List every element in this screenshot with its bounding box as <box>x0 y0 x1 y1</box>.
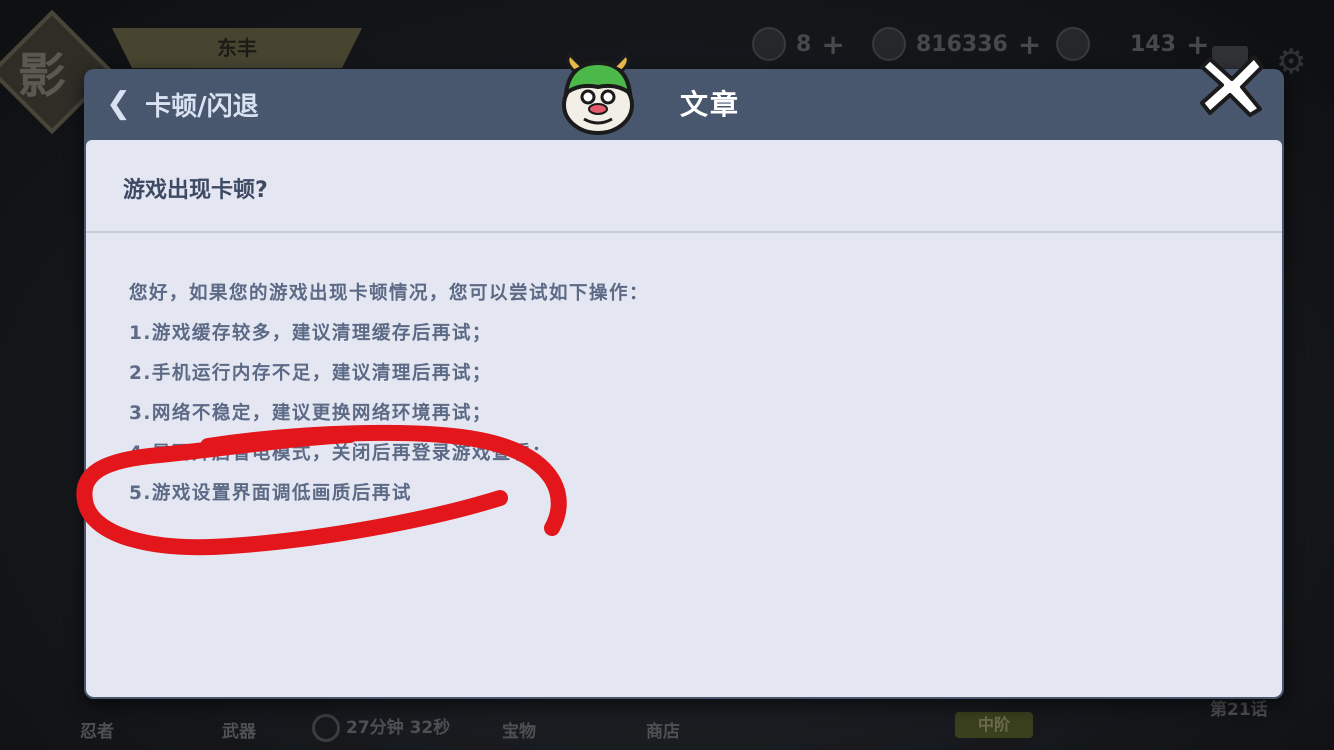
chevron-left-icon: ❮ <box>106 86 132 121</box>
back-button[interactable]: ❮ 卡顿/闪退 <box>106 86 259 122</box>
dialog-title: 文章 <box>680 88 741 121</box>
article-body: 您好，如果您的游戏出现卡顿情况，您可以尝试如下操作： 1.游戏缓存较多，建议清理… <box>129 274 649 514</box>
dialog-header: ❮ 卡顿/闪退 文章 <box>84 53 1284 139</box>
answer-line: 您好，如果您的游戏出现卡顿情况，您可以尝试如下操作： <box>129 283 650 304</box>
answer-line: 3.网络不稳定，建议更换网络环境再试； <box>129 403 492 424</box>
answer-line: 1.游戏缓存较多，建议清理缓存后再试； <box>129 323 492 344</box>
close-icon[interactable] <box>1196 49 1268 121</box>
mascot-icon <box>562 53 634 135</box>
divider <box>86 231 1282 233</box>
article-dialog: ❮ 卡顿/闪退 文章 游戏出现卡顿? 您好，如果您的游戏出现卡顿情况，您可以尝试… <box>84 53 1284 699</box>
answer-line: 5.游戏设置界面调低画质后再试 <box>129 483 412 504</box>
answer-line: 2.手机运行内存不足，建议清理后再试； <box>129 363 492 384</box>
article-question: 游戏出现卡顿? <box>123 178 268 203</box>
article-content: 游戏出现卡顿? 您好，如果您的游戏出现卡顿情况，您可以尝试如下操作： 1.游戏缓… <box>86 140 1282 697</box>
answer-line: 4.是否开启省电模式，关闭后再登录游戏查看； <box>129 443 552 464</box>
breadcrumb-category: 卡顿/闪退 <box>145 91 259 122</box>
